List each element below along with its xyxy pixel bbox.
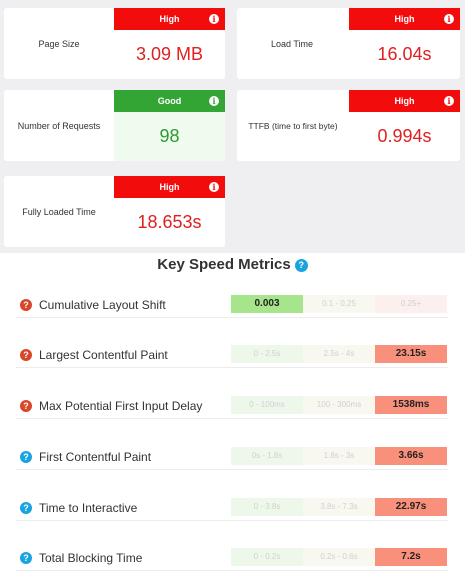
badge-text: High [394,96,415,106]
metric-name: First Contentful Paint [39,450,152,464]
metric-row-fcp: ? First Contentful Paint 0s - 1.8s 1.8s … [16,447,448,470]
metric-value-poor: 1538ms [375,396,447,414]
metric-row-max-fid: ? Max Potential First Input Delay 0 - 10… [16,396,448,419]
metric-range-medium: 0.1 - 0.25 [303,295,375,313]
metric-value-poor: 22.97s [375,498,447,516]
metric-name: Time to Interactive [39,501,138,515]
badge-text: High [159,14,180,24]
info-icon[interactable]: i [209,182,219,192]
metric-range-medium: 3.8s - 7.3s [303,498,375,516]
requests-label: Number of Requests [17,121,101,131]
page-size-card: Page Size High i 3.09 MB [4,8,225,79]
metric-cards-area: Page Size High i 3.09 MB Load Time High … [0,0,465,253]
metric-range-good: 0 - 2.5s [231,345,303,363]
requests-badge[interactable]: Good i [114,90,225,112]
ttfb-card: TTFB (time to first byte) High i 0.994s [237,90,460,161]
question-icon[interactable]: ? [20,502,32,514]
metric-name: Cumulative Layout Shift [39,298,166,312]
badge-text: High [394,14,415,24]
requests-card: Number of Requests Good i 98 [4,90,225,161]
question-icon[interactable]: ? [20,552,32,564]
question-icon[interactable]: ? [20,299,32,311]
metric-row-lcp: ? Largest Contentful Paint 0 - 2.5s 2.5s… [16,345,448,368]
help-icon[interactable]: ? [294,259,308,272]
page-size-label: Page Size [38,39,80,49]
info-icon[interactable]: i [209,96,219,106]
fully-loaded-label: Fully Loaded Time [22,207,96,217]
metric-range-good: 0 - 100ms [231,396,303,414]
metric-value-poor: 7.2s [375,548,447,566]
fully-loaded-value: 18.653s [137,212,202,232]
metric-range-medium: 100 - 300ms [303,396,375,414]
question-icon[interactable]: ? [20,451,32,463]
metrics-title-text: Key Speed Metrics [157,256,291,273]
metric-range-good: 0 - 0.2s [231,548,303,566]
metric-name: Largest Contentful Paint [39,348,168,362]
metric-row-tbt: ? Total Blocking Time 0 - 0.2s 0.2s - 0.… [16,548,448,571]
metric-row-cls: ? Cumulative Layout Shift 0.003 0.1 - 0.… [16,295,448,318]
fully-loaded-card: Fully Loaded Time High i 18.653s [4,176,225,247]
question-icon[interactable]: ? [20,400,32,412]
ttfb-badge[interactable]: High i [349,90,460,112]
question-icon[interactable]: ? [20,349,32,361]
load-time-value: 16.04s [377,44,432,64]
metric-name: Total Blocking Time [39,551,143,565]
load-time-card: Load Time High i 16.04s [237,8,460,79]
page-size-badge[interactable]: High i [114,8,225,30]
ttfb-value: 0.994s [377,126,432,146]
info-icon[interactable]: i [444,96,454,106]
key-speed-metrics-title: Key Speed Metrics? [0,256,465,273]
metric-range-good: 0 - 3.8s [231,498,303,516]
fully-loaded-badge[interactable]: High i [114,176,225,198]
metric-name: Max Potential First Input Delay [39,399,203,413]
metric-row-tti: ? Time to Interactive 0 - 3.8s 3.8s - 7.… [16,498,448,521]
metric-range-medium: 0.2s - 0.6s [303,548,375,566]
info-icon[interactable]: i [209,14,219,24]
metric-value-poor: 23.15s [375,345,447,363]
load-time-label: Load Time [270,39,314,49]
metric-range-medium: 1.8s - 3s [303,447,375,465]
page-size-value: 3.09 MB [135,44,204,64]
metric-value-good: 0.003 [231,295,303,313]
info-icon[interactable]: i [444,14,454,24]
load-time-badge[interactable]: High i [349,8,460,30]
ttfb-label: TTFB (time to first byte) [248,121,338,131]
metric-range-poor: 0.25+ [375,295,447,313]
metric-range-good: 0s - 1.8s [231,447,303,465]
metric-range-medium: 2.5s - 4s [303,345,375,363]
requests-value: 98 [159,126,180,146]
badge-text: High [159,182,180,192]
badge-text: Good [157,96,182,106]
metric-value-poor: 3.66s [375,447,447,465]
